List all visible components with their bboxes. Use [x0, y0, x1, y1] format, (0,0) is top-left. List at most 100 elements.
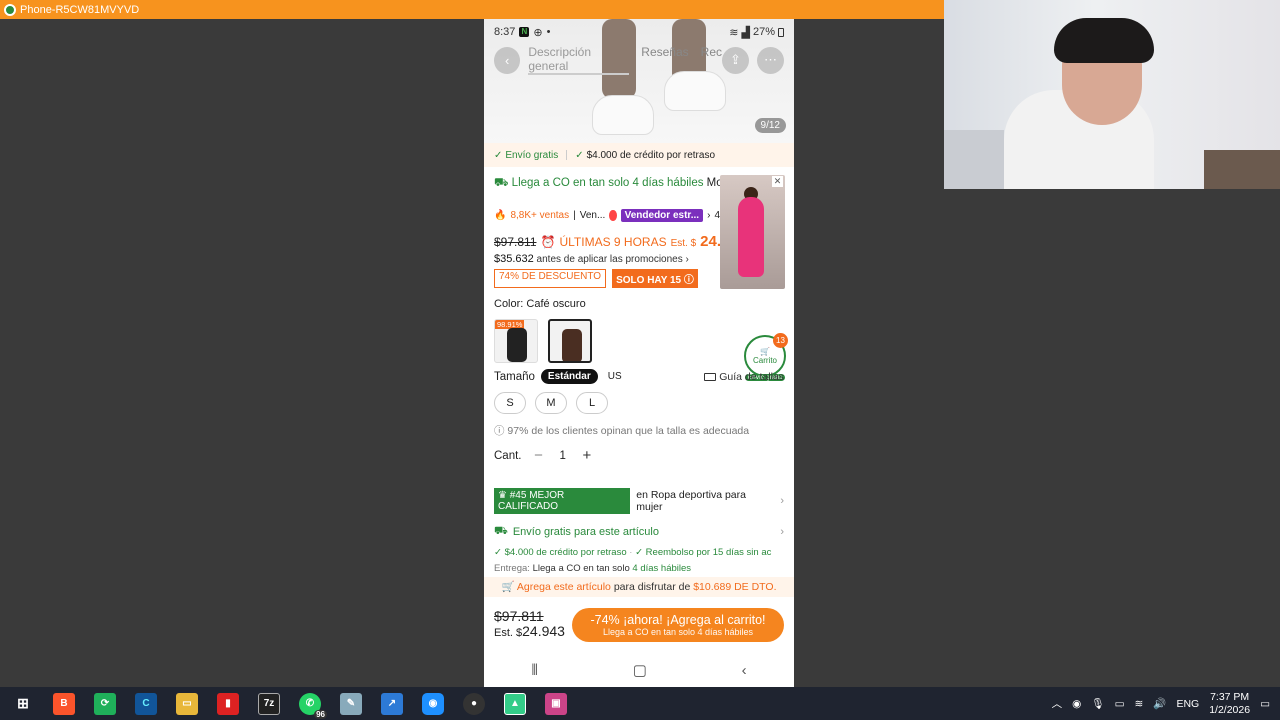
cart-label: Carrito	[752, 356, 777, 365]
color-label: Color: Café oscuro	[494, 298, 586, 310]
promo-strip[interactable]: 🛒 Agrega este artículo para disfrutar de…	[484, 577, 794, 597]
scrcpy-app-icon	[4, 3, 16, 16]
back-icon[interactable]: ‹	[742, 662, 747, 679]
chevron-right-icon: ›	[685, 254, 689, 265]
obs-icon[interactable]: ●	[463, 692, 485, 715]
fit-note: ⓘ 97% de los clientes opinan que la tall…	[494, 425, 750, 437]
chevron-up-icon[interactable]: ︿	[1052, 696, 1063, 711]
image-counter: 9/12	[754, 118, 786, 133]
discount-row: 74% DE DESCUENTO SOLO HAY 15 ⓘ	[494, 269, 698, 288]
ranking-text: en Ropa deportiva para mujer	[636, 489, 746, 513]
file-explorer-icon[interactable]: ▭	[176, 692, 198, 715]
before-promo[interactable]: $35.632 antes de aplicar las promociones…	[494, 253, 689, 265]
ranking-row[interactable]: ♛ #45 MEJOR CALIFICADO en Ropa deportiva…	[494, 488, 784, 514]
delay-credit-label: $4.000 de crédito por retraso	[586, 149, 716, 161]
notification-center-icon[interactable]: ▭	[1260, 698, 1270, 710]
windows-start-icon[interactable]: ⊞	[12, 693, 34, 715]
delivery-days: 4 días hábiles	[632, 563, 692, 574]
quantity-plus-button[interactable]: +	[580, 447, 594, 464]
whatsapp-badge: 96	[314, 709, 327, 719]
window-title: Phone-R5CW81MVYVD	[20, 3, 140, 16]
cart-count: 13	[773, 333, 788, 348]
flash-timer: ÚLTIMAS 9 HORAS	[559, 235, 667, 249]
battery-tray-icon[interactable]: ▭	[1115, 698, 1125, 710]
microphone-icon[interactable]: 🎙	[1091, 697, 1104, 710]
stock-badge: SOLO HAY 15 ⓘ	[612, 269, 698, 288]
sold-by[interactable]: Ven...	[580, 210, 606, 221]
volume-icon[interactable]: 🔊	[1153, 697, 1166, 710]
close-icon[interactable]: ✕	[772, 176, 783, 187]
shipping-row[interactable]: ⛟ Envío gratis para este artículo ›	[494, 525, 784, 539]
original-price: $97.811	[494, 235, 537, 249]
star-vendor-badge[interactable]: Vendedor estr...	[620, 209, 704, 222]
bottom-prices: $97.811 Est. $24.943	[494, 609, 565, 641]
back-button[interactable]: ‹	[494, 46, 521, 74]
language-indicator[interactable]: ENG	[1176, 698, 1199, 710]
sneaker-left	[592, 95, 654, 135]
check-icon: ✓	[575, 149, 584, 161]
floating-video[interactable]: ✕	[720, 175, 785, 289]
7zip-icon[interactable]: 7z	[258, 692, 280, 715]
mirror-titlebar[interactable]: Phone-R5CW81MVYVD	[0, 0, 944, 19]
trophy-icon: ♛	[498, 490, 507, 501]
est-label: Est. $	[670, 238, 697, 249]
ranking-badge: ♛ #45 MEJOR CALIFICADO	[494, 488, 631, 514]
battery-percent: 27%	[752, 26, 775, 38]
android-studio-icon[interactable]: ▲	[504, 692, 526, 715]
free-shipping-label: Envío gratis	[505, 149, 559, 161]
record-icon[interactable]: ◉	[1072, 698, 1081, 710]
shipping-title: Envío gratis para este artículo	[512, 526, 659, 538]
tab-overview[interactable]: Descripción general	[528, 45, 630, 75]
chart-app-icon[interactable]: ↗	[381, 692, 403, 715]
share-button[interactable]: ⇪	[722, 46, 749, 74]
webcam-shelf	[944, 130, 1004, 189]
size-option-s[interactable]: S	[494, 392, 526, 414]
tab-reviews[interactable]: Reseñas	[641, 45, 688, 75]
shipping-refund: Reembolso por 15 días sin ac	[645, 547, 772, 558]
price-row: $97.811 ⏰ ÚLTIMAS 9 HORAS Est. $24.9	[494, 233, 720, 250]
scrcpy-icon[interactable]: ▣	[545, 692, 567, 715]
est-price: 24.9	[700, 233, 720, 250]
app-c-icon[interactable]: C	[135, 692, 157, 715]
size-option-m[interactable]: M	[535, 392, 567, 414]
more-button[interactable]: ⋯	[757, 46, 784, 74]
cart-icon: 🛒	[760, 347, 770, 356]
size-option-l[interactable]: L	[576, 392, 608, 414]
notes-app-icon[interactable]: ✎	[340, 692, 362, 715]
brave-icon[interactable]: B	[53, 692, 75, 715]
home-icon[interactable]: ▢	[633, 661, 647, 679]
color-swatch-black[interactable]: 98.91%	[494, 319, 538, 363]
benefit-strip[interactable]: ✓ Envío gratis ✓ $4.000 de crédito por ret…	[484, 143, 794, 167]
recents-icon[interactable]: ⦀	[531, 662, 538, 679]
size-guide-link[interactable]: Guía de tallas	[704, 371, 784, 383]
sync-app-icon[interactable]: ⟳	[94, 692, 116, 715]
sneaker-right	[664, 71, 726, 111]
brown-pants-image	[562, 329, 582, 361]
phone-link-icon[interactable]: ◉	[422, 692, 444, 715]
color-swatch-dark-brown[interactable]	[548, 319, 592, 363]
truck-icon: ⛟	[494, 177, 509, 189]
whatsapp-icon[interactable]: ✆ 96	[299, 692, 327, 719]
quantity-minus-button[interactable]: −	[532, 447, 546, 464]
bottom-est-price: 24.943	[522, 623, 565, 639]
add-to-cart-button[interactable]: -74% ¡ahora! ¡Agrega al carrito! Llega a…	[572, 608, 784, 642]
tab-recommended[interactable]: Rec	[701, 45, 722, 75]
phone-screen[interactable]: 8:37 N ⊕ • ≋ ▟ 27% ‹ Descripción general…	[484, 19, 794, 687]
delivery-label: Entrega:	[494, 563, 530, 574]
signal-icon: ▟	[741, 26, 750, 39]
battery-icon	[778, 27, 784, 37]
cart-icon: 🛒	[501, 581, 515, 593]
size-tab-us[interactable]: US	[604, 369, 626, 384]
android-nav-bar: ⦀ ▢ ‹	[484, 653, 794, 687]
size-tab-standard[interactable]: Estándar	[540, 369, 598, 384]
bottom-original-price: $97.811	[494, 608, 544, 624]
taskbar: ⊞ B ⟳ C ▭ ▮ 7z ✆ 96 ✎ ↗ ◉ ● ▲ ▣ ︿ ◉ 🎙 ▭ ≋…	[0, 687, 1280, 720]
dot-icon: •	[546, 26, 551, 38]
clock[interactable]: 7:37 PM 1/2/2026	[1209, 691, 1250, 717]
help-icon: ⓘ	[683, 275, 694, 286]
check-icon: ✓	[494, 149, 503, 161]
desktop-background	[944, 189, 1280, 687]
red-app-icon[interactable]: ▮	[217, 692, 239, 715]
wifi-tray-icon[interactable]: ≋	[1135, 698, 1144, 710]
shipping-credit: $4.000 de crédito por retraso	[504, 547, 627, 558]
